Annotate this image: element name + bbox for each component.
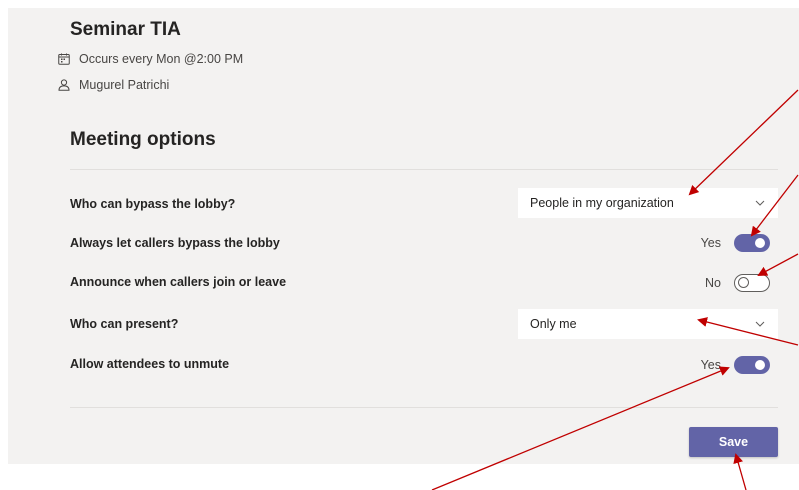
announce-callers-state: No [705,276,721,290]
chevron-down-icon [755,200,765,206]
announce-callers-label: Announce when callers join or leave [70,275,287,289]
allow-unmute-toggle[interactable] [734,356,770,374]
calendar-icon [58,53,70,65]
bottom-divider [70,407,778,408]
allow-unmute-state: Yes [700,358,721,372]
who-can-present-dropdown[interactable]: Only me [518,309,778,339]
callers-bypass-toggle[interactable] [734,234,770,252]
announce-callers-control: No [705,274,770,292]
allow-unmute-control: Yes [701,356,770,374]
bypass-lobby-label: Who can bypass the lobby? [70,197,236,211]
chevron-down-icon [755,321,765,327]
recurrence-text: Occurs every Mon @2:00 PM [79,52,244,66]
top-divider [70,169,778,170]
meeting-options-panel: Seminar TIA Occurs every Mon @2:00 PM Mu… [8,8,799,464]
toggle-knob [755,360,765,370]
callers-bypass-control: Yes [701,234,770,252]
organizer-row: Mugurel Patrichi [58,78,169,92]
person-icon [58,79,70,91]
save-button[interactable]: Save [689,427,778,457]
allow-unmute-label: Allow attendees to unmute [70,357,230,371]
meeting-options-heading: Meeting options [70,129,216,150]
meeting-title: Seminar TIA [70,19,181,40]
who-can-present-label: Who can present? [70,317,179,331]
announce-callers-toggle[interactable] [734,274,770,292]
callers-bypass-state: Yes [700,236,721,250]
recurrence-row: Occurs every Mon @2:00 PM [58,52,243,66]
organizer-name: Mugurel Patrichi [79,78,170,92]
toggle-knob [738,277,749,288]
toggle-knob [755,238,765,248]
callers-bypass-label: Always let callers bypass the lobby [70,236,280,250]
bypass-lobby-value: People in my organization [530,196,674,210]
screenshot-canvas: Seminar TIA Occurs every Mon @2:00 PM Mu… [0,0,799,490]
who-can-present-value: Only me [530,317,577,331]
bypass-lobby-dropdown[interactable]: People in my organization [518,188,778,218]
